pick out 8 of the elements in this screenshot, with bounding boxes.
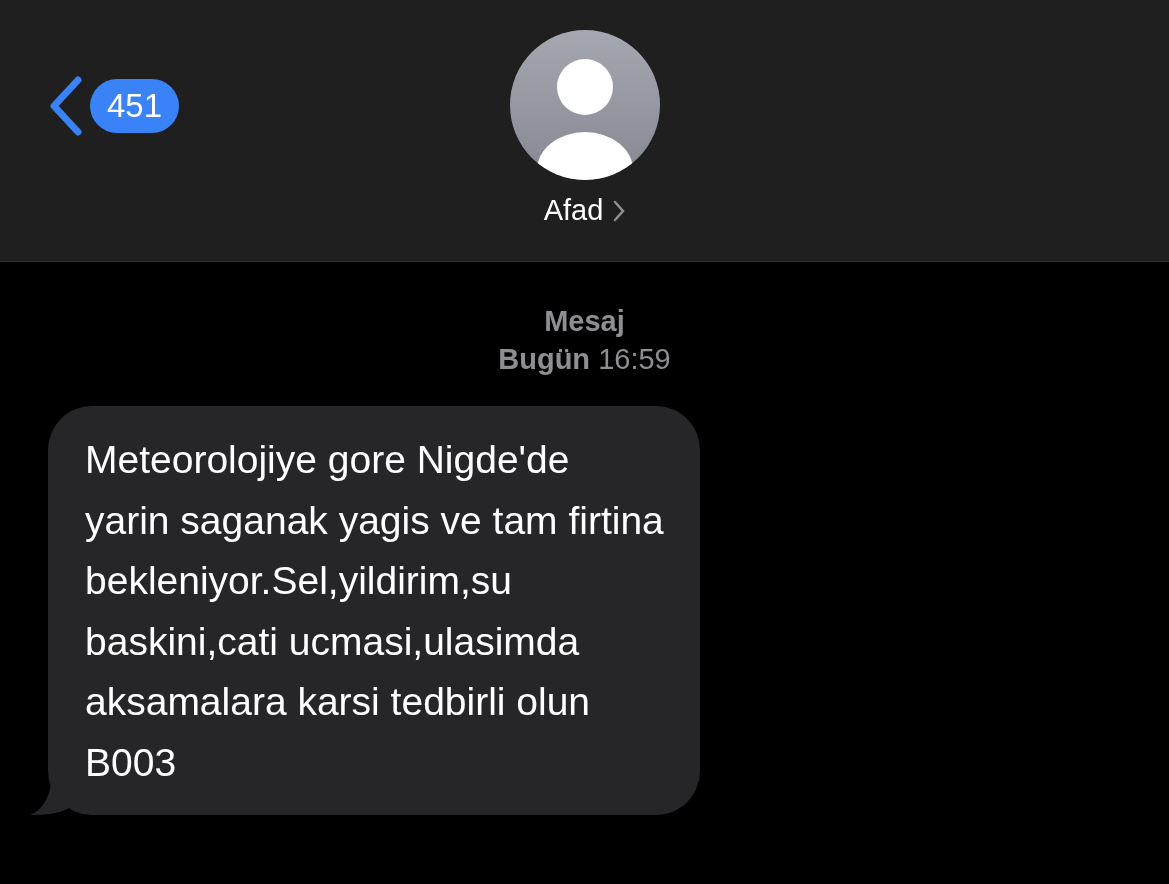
back-button[interactable]: 451	[48, 76, 180, 136]
unread-count: 451	[90, 79, 180, 133]
contact-name[interactable]: Afad	[543, 194, 626, 227]
service-label: Mesaj	[544, 304, 625, 339]
timestamp: Bugün 16:59	[498, 342, 671, 377]
chevron-right-icon	[613, 199, 626, 222]
back-chevron-icon	[48, 76, 84, 136]
avatar-icon	[509, 30, 660, 180]
